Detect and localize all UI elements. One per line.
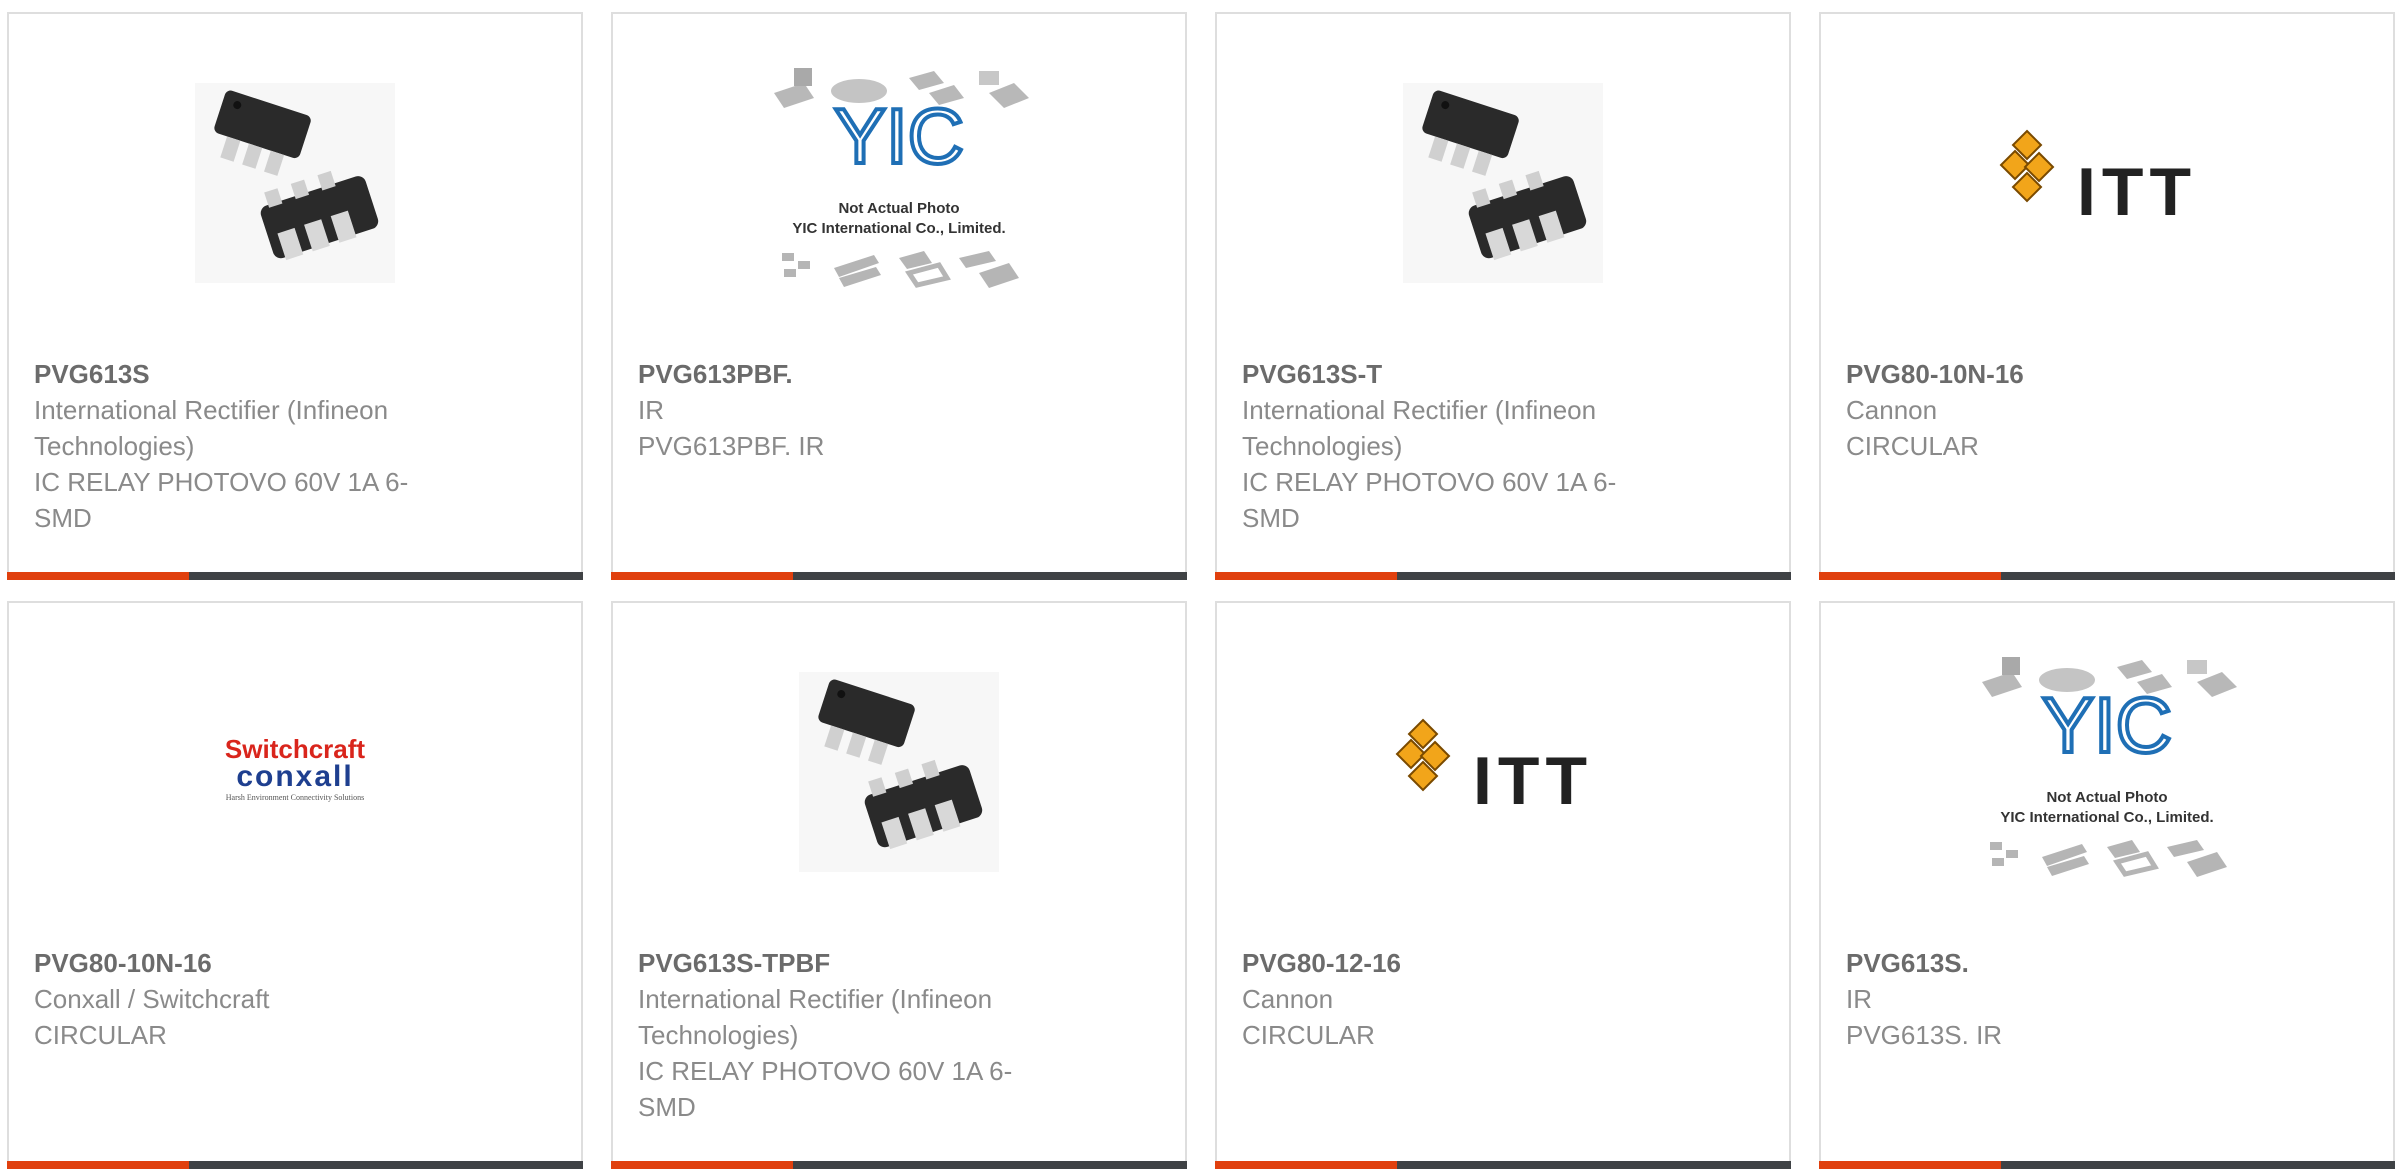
smd-relay-icon [195, 83, 395, 283]
svg-text:YIC International Co., Limited: YIC International Co., Limited. [792, 220, 1005, 237]
product-card[interactable]: YIC Not Actual Photo YIC International C… [1819, 601, 2395, 1169]
svg-text:Not Actual Photo: Not Actual Photo [2046, 789, 2167, 806]
svg-text:Harsh Environment Connectivity: Harsh Environment Connectivity Solutions [226, 793, 364, 802]
part-number[interactable]: PVG80-12-16 [1242, 945, 1662, 981]
product-card[interactable]: ITT PVG80-10N-16 Cannon CIRCULAR [1819, 12, 2395, 580]
switchcraft-conxall-logo-icon: Switchcraft conxall Harsh Environment Co… [225, 734, 365, 802]
product-image[interactable] [1217, 14, 1789, 352]
svg-text:conxall: conxall [236, 760, 353, 793]
product-card[interactable]: ITT PVG80-12-16 Cannon CIRCULAR [1215, 601, 1791, 1169]
card-footer-bar [1819, 1161, 2395, 1169]
product-image[interactable]: YIC Not Actual Photo YIC International C… [613, 14, 1185, 352]
card-footer-bar [1819, 572, 2395, 580]
manufacturer: International Rectifier (Infineon Techno… [34, 395, 389, 461]
yic-logo: YIC [834, 92, 964, 180]
part-number[interactable]: PVG613S. [1846, 945, 2266, 981]
description: PVG613S. IR [1846, 1020, 2003, 1050]
card-footer-bar [7, 1161, 583, 1169]
manufacturer: Conxall / Switchcraft [34, 984, 270, 1014]
product-image[interactable] [613, 603, 1185, 941]
product-image[interactable] [9, 14, 581, 352]
product-image[interactable]: ITT [1821, 14, 2393, 352]
card-footer-bar [1215, 572, 1791, 580]
product-info: PVG80-12-16 Cannon CIRCULAR [1242, 945, 1662, 1053]
manufacturer: International Rectifier (Infineon Techno… [1242, 395, 1597, 461]
description: PVG613PBF. IR [638, 431, 825, 461]
product-info: PVG613S International Rectifier (Infineo… [34, 356, 454, 536]
yic-placeholder-icon: YIC Not Actual Photo YIC International C… [1982, 657, 2237, 877]
product-image[interactable]: ITT [1217, 603, 1789, 941]
description: CIRCULAR [1846, 431, 1979, 461]
product-card[interactable]: Switchcraft conxall Harsh Environment Co… [7, 601, 583, 1169]
product-info: PVG613S-TPBF International Rectifier (In… [638, 945, 1058, 1125]
card-footer-bar [1215, 1161, 1791, 1169]
part-number[interactable]: PVG613S-TPBF [638, 945, 1058, 981]
manufacturer: IR [1846, 984, 1872, 1014]
manufacturer: Cannon [1846, 395, 1938, 425]
product-info: PVG613PBF. IR PVG613PBF. IR [638, 356, 1058, 464]
product-card[interactable]: PVG613S International Rectifier (Infineo… [7, 12, 583, 580]
part-number[interactable]: PVG613S-T [1242, 356, 1662, 392]
product-card[interactable]: PVG613S-T International Rectifier (Infin… [1215, 12, 1791, 580]
product-info: PVG80-10N-16 Cannon CIRCULAR [1846, 356, 2266, 464]
manufacturer: International Rectifier (Infineon Techno… [638, 984, 993, 1050]
product-card[interactable]: YIC Not Actual Photo YIC International C… [611, 12, 1187, 580]
description: IC RELAY PHOTOVO 60V 1A 6-SMD [638, 1056, 1013, 1122]
itt-logo-icon: ITT [1999, 129, 2197, 230]
svg-text:ITT: ITT [1473, 743, 1593, 819]
description: IC RELAY PHOTOVO 60V 1A 6-SMD [1242, 467, 1617, 533]
part-number[interactable]: PVG80-10N-16 [1846, 356, 2266, 392]
svg-text:ITT: ITT [2077, 154, 2197, 230]
card-footer-bar [7, 572, 583, 580]
product-card[interactable]: PVG613S-TPBF International Rectifier (In… [611, 601, 1187, 1169]
part-number[interactable]: PVG613S [34, 356, 454, 392]
card-footer-bar [611, 1161, 1187, 1169]
svg-text:YIC International Co., Limited: YIC International Co., Limited. [2000, 809, 2213, 826]
itt-logo-icon: ITT [1395, 718, 1593, 819]
manufacturer: IR [638, 395, 664, 425]
product-info: PVG613S. IR PVG613S. IR [1846, 945, 2266, 1053]
svg-text:Not Actual Photo: Not Actual Photo [838, 200, 959, 217]
description: CIRCULAR [34, 1020, 167, 1050]
manufacturer: Cannon [1242, 984, 1334, 1014]
yic-logo: YIC [2042, 681, 2172, 769]
card-footer-bar [611, 572, 1187, 580]
smd-relay-icon [799, 672, 999, 872]
product-grid: PVG613S International Rectifier (Infineo… [0, 0, 2400, 1169]
yic-placeholder-icon: YIC Not Actual Photo YIC International C… [774, 68, 1029, 288]
part-number[interactable]: PVG80-10N-16 [34, 945, 454, 981]
part-number[interactable]: PVG613PBF. [638, 356, 1058, 392]
product-info: PVG613S-T International Rectifier (Infin… [1242, 356, 1662, 536]
product-image[interactable]: Switchcraft conxall Harsh Environment Co… [9, 603, 581, 941]
description: CIRCULAR [1242, 1020, 1375, 1050]
product-image[interactable]: YIC Not Actual Photo YIC International C… [1821, 603, 2393, 941]
smd-relay-icon [1403, 83, 1603, 283]
description: IC RELAY PHOTOVO 60V 1A 6-SMD [34, 467, 409, 533]
product-info: PVG80-10N-16 Conxall / Switchcraft CIRCU… [34, 945, 454, 1053]
